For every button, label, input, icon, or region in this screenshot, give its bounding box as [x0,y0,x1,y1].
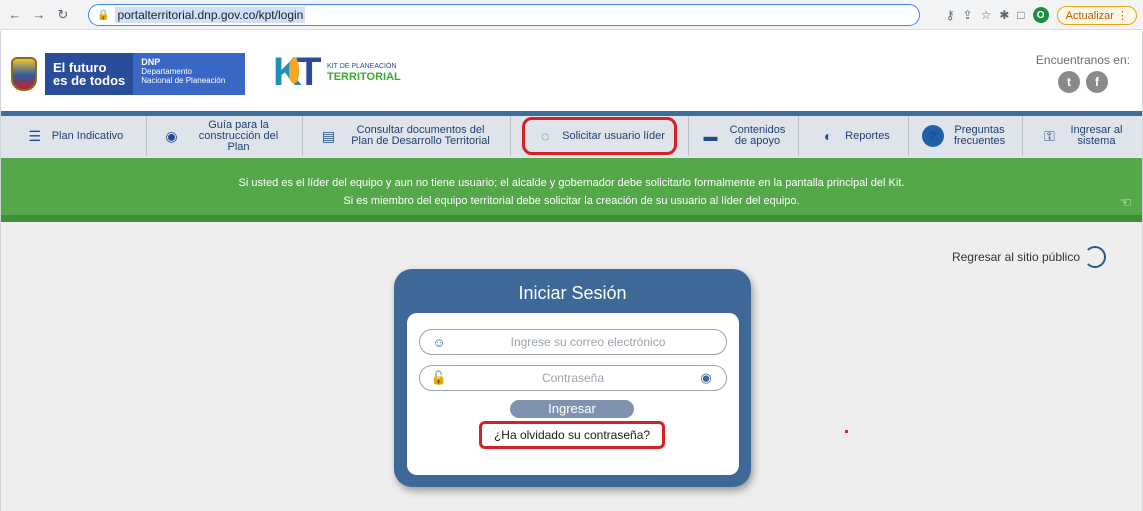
info-banner: Si usted es el líder del equipo y aun no… [1,157,1142,215]
login-section: Regresar al sitio público Iniciar Sesión… [1,222,1142,511]
nav-item-consultar-documentos[interactable]: ▤ Consultar documentos del Plan de Desar… [303,116,511,156]
nav-item-preguntas[interactable]: ? Preguntas frecuentes [909,116,1023,156]
profile-avatar[interactable]: O [1032,7,1049,23]
url-text: portalterritorial.dnp.gov.co/kpt/login [115,7,306,23]
pointing-hand-icon: ☜ [1119,194,1132,210]
login-card: Iniciar Sesión ☺ Ingrese su correo elect… [394,269,751,487]
login-title: Iniciar Sesión [518,283,627,303]
eye-hand-icon: ◉ [165,127,178,144]
login-submit-button[interactable]: Ingresar [510,400,634,418]
address-bar[interactable]: 🔒 portalterritorial.dnp.gov.co/kpt/login [88,4,920,26]
user-icon: ☺ [432,334,446,350]
forward-arrow-icon[interactable]: → [30,6,48,24]
dnp-line2: Nacional de Planeación [141,76,226,85]
extensions-icon[interactable]: ✱ [999,8,1009,22]
social-label: Encuentranos en: [1035,53,1130,67]
site-header: El futuro es de todos DNP Departamento N… [1,31,1142,111]
password-placeholder: Contraseña [541,371,605,385]
banner-strip [1,215,1142,222]
nav-item-plan-indicativo[interactable]: ☰ Plan Indicativo [1,116,147,156]
nav-item-reportes[interactable]: ◐ Reportes [799,116,909,156]
social-links: Encuentranos en: t f [1036,53,1130,93]
share-icon[interactable]: ⇪ [963,8,973,22]
star-icon[interactable]: ☆ [981,8,992,22]
list-check-icon: ☰ [28,127,41,144]
stray-dot [845,430,848,433]
email-field[interactable]: ☺ Ingrese su correo electrónico [419,329,727,355]
back-arrow-icon[interactable]: ← [6,6,24,24]
forgot-password-link[interactable]: ¿Ha olvidado su contraseña? [479,421,665,449]
nav-label: Ingresar al sistema [1070,124,1123,147]
support-content-icon: ▬ [703,127,718,144]
nav-item-guia[interactable]: ◉ Guía para la construcción del Plan [147,116,303,156]
document-icon: ▤ [321,127,336,144]
dnp-logo: DNP Departamento Nacional de Planeación [133,53,246,95]
banner-line2: Si es miembro del equipo territorial deb… [343,195,800,207]
twitter-icon[interactable]: t [1057,71,1080,93]
dnp-line1: Departamento [141,67,192,76]
back-link-label: Regresar al sitio público [951,250,1080,264]
browser-toolbar: ← → ↻ 🔒 portalterritorial.dnp.gov.co/kpt… [0,0,1143,30]
reload-icon[interactable]: ↻ [54,6,72,24]
side-panel-icon[interactable]: □ [1017,8,1024,22]
nav-item-solicitar-usuario[interactable]: ◌ Solicitar usuario líder [511,116,689,156]
back-to-public-site-link[interactable]: Regresar al sitio público [952,246,1106,268]
return-arrow-icon [1084,246,1106,268]
nav-label: Plan Indicativo [51,129,124,142]
user-icon: ◌ [540,127,550,144]
futuro-line2: es de todos [53,73,126,88]
nav-item-ingresar[interactable]: ⚿ Ingresar al sistema [1023,116,1142,156]
lock-icon: 🔒 [97,9,110,21]
nav-label: Reportes [845,129,890,142]
main-nav: ☰ Plan Indicativo ◉ Guía para la constru… [1,111,1142,157]
padlock-icon: 🔓 [430,370,448,385]
kit-mark-icon: KT [273,50,322,94]
coat-of-arms-icon [11,57,37,91]
kit-big-text: TERRITORIAL [327,71,401,83]
key-icon: ⚿ [1044,127,1055,144]
login-form: ☺ Ingrese su correo electrónico 🔓 Contra… [407,313,739,475]
dnp-short: DNP [141,57,161,67]
facebook-icon[interactable]: f [1085,71,1108,93]
nav-label: Solicitar usuario líder [562,129,665,142]
nav-item-contenidos[interactable]: ▬ Contenidos de apoyo [689,116,799,156]
banner-line1: Si usted es el líder del equipo y aun no… [238,177,905,189]
key-icon[interactable]: ⚷ [946,8,955,22]
nav-label: Guía para la construcción del Plan [198,118,279,153]
question-icon: ? [921,125,944,147]
update-label: Actualizar [1065,9,1114,22]
government-logo[interactable]: El futuro es de todos DNP Departamento N… [11,53,246,95]
nav-label: Contenidos de apoyo [729,124,786,147]
email-placeholder: Ingrese su correo electrónico [510,335,666,349]
futuro-logo: El futuro es de todos [45,53,134,95]
nav-label: Consultar documentos del Plan de Desarro… [351,124,490,147]
show-password-icon[interactable]: ◉ [696,370,716,386]
reports-icon: ◐ [823,127,833,144]
solicitar-usuario-highlight: ◌ Solicitar usuario líder [522,117,677,155]
kit-logo[interactable]: KT KIT DE PLANEACIÓN TERRITORIAL [273,51,401,93]
password-field[interactable]: 🔓 Contraseña ◉ [419,365,727,391]
update-button[interactable]: Actualizar ⋮ [1056,5,1137,25]
nav-label: Preguntas frecuentes [953,124,1006,147]
page: El futuro es de todos DNP Departamento N… [0,31,1143,511]
